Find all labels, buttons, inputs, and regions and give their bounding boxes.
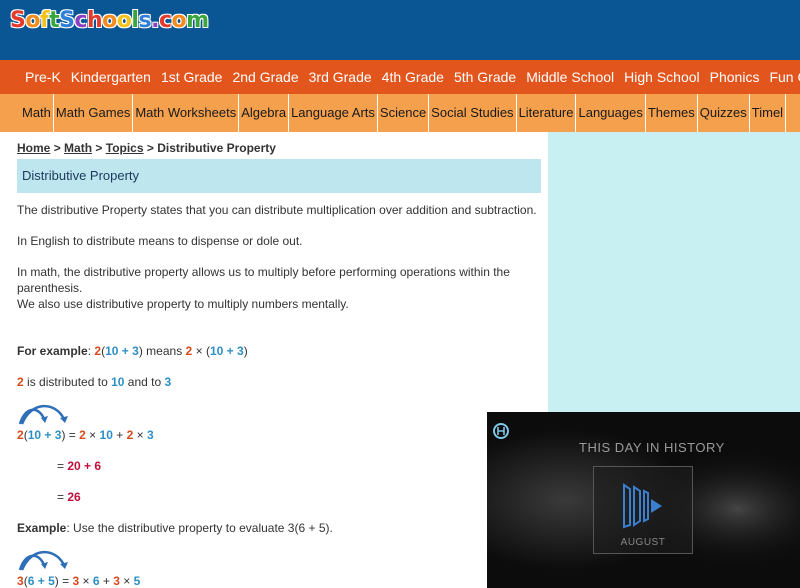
nav-item-middle-school[interactable]: Middle School: [521, 60, 619, 94]
logo-letter: o: [116, 8, 132, 33]
logo-letter: c: [74, 8, 87, 33]
distribution-arrows-icon: [18, 404, 68, 425]
subnav-item-quizzes[interactable]: Quizzes: [698, 94, 750, 132]
logo-letter: .: [151, 8, 159, 33]
subnav-item-languages[interactable]: Languages: [576, 94, 646, 132]
breadcrumb-separator: >: [146, 141, 154, 155]
breadcrumb-current: Distributive Property: [157, 141, 276, 155]
subnav-item-math[interactable]: Math: [20, 94, 54, 132]
breadcrumb: Home > Math > Topics > Distributive Prop…: [17, 141, 276, 155]
nav-item-fun-gam[interactable]: Fun Gam: [764, 60, 800, 94]
logo-letter: s: [138, 8, 152, 33]
subnav-item-language-arts[interactable]: Language Arts: [289, 94, 378, 132]
logo-letter: h: [87, 8, 103, 33]
grade-nav: Pre-K Kindergarten 1st Grade 2nd Grade 3rd G…: [0, 60, 800, 94]
example-1-result: = 26: [57, 490, 81, 504]
example-2-label: Example: [17, 521, 67, 535]
subnav-item-timel[interactable]: Timel: [750, 94, 787, 132]
nav-item-phonics[interactable]: Phonics: [705, 60, 765, 94]
video-player[interactable]: THIS DAY IN HISTORY AUGUST: [487, 412, 800, 588]
distribution-arrows-icon: [18, 550, 68, 571]
nav-item-1st-grade[interactable]: 1st Grade: [156, 60, 227, 94]
example-1-step-2: = 20 + 6: [57, 459, 102, 473]
video-month-label: AUGUST: [620, 537, 666, 548]
nav-item-kindergarten[interactable]: Kindergarten: [66, 60, 156, 94]
nav-item-high-school[interactable]: High School: [619, 60, 705, 94]
site-header: SoftSchools.com: [0, 0, 800, 60]
intro-paragraph-2: In English to distribute means to dispen…: [17, 234, 303, 248]
example-1-step-1: 2(10 + 3) = 2 × 10 + 2 × 3: [17, 428, 154, 442]
breadcrumb-separator: >: [95, 141, 103, 155]
site-logo[interactable]: SoftSchools.com: [10, 8, 209, 33]
example-2-step-1: 3(6 + 5) = 3 × 6 + 3 × 5: [17, 574, 141, 588]
logo-letter: o: [171, 8, 187, 33]
breadcrumb-separator: >: [53, 141, 61, 155]
nav-item-2nd-grade[interactable]: 2nd Grade: [227, 60, 303, 94]
logo-letter: S: [10, 8, 26, 33]
example-1-label: For example: [17, 344, 88, 358]
nav-item-3rd-grade[interactable]: 3rd Grade: [304, 60, 377, 94]
subnav-item-math-worksheets[interactable]: Math Worksheets: [133, 94, 240, 132]
video-title: THIS DAY IN HISTORY: [579, 440, 725, 455]
logo-letter: m: [186, 8, 209, 33]
breadcrumb-topics-link[interactable]: Topics: [106, 141, 144, 155]
nav-item-pre-k[interactable]: Pre-K: [20, 60, 66, 94]
logo-letter: t: [49, 8, 60, 33]
nav-item-4th-grade[interactable]: 4th Grade: [377, 60, 449, 94]
play-icon[interactable]: [618, 479, 672, 533]
subnav-item-science[interactable]: Science: [378, 94, 430, 132]
logo-letter: c: [158, 8, 172, 33]
subject-nav: Math Math Games Math Worksheets Algebra Lang…: [0, 94, 800, 132]
subnav-item-themes[interactable]: Themes: [646, 94, 698, 132]
intro-paragraph-3-line-1: In math, the distributive property allow…: [17, 265, 510, 295]
history-channel-logo-icon: [493, 423, 509, 439]
intro-paragraph-3: In math, the distributive property allow…: [17, 264, 548, 312]
example-1-statement: For example: 2(10 + 3) means 2 × (10 + 3…: [17, 344, 248, 358]
logo-letter: o: [102, 8, 117, 33]
subnav-item-math-games[interactable]: Math Games: [54, 94, 134, 132]
subnav-item-literature[interactable]: Literature: [517, 94, 577, 132]
breadcrumb-home-link[interactable]: Home: [17, 141, 50, 155]
main-content: Home > Math > Topics > Distributive Prop…: [0, 132, 548, 588]
subnav-item-social-studies[interactable]: Social Studies: [429, 94, 517, 132]
logo-letter: f: [39, 8, 50, 33]
intro-paragraph-1: The distributive Property states that yo…: [17, 203, 537, 217]
intro-paragraph-3-line-2: We also use distributive property to mul…: [17, 297, 349, 311]
logo-letter: o: [25, 8, 40, 33]
title-bar: Distributive Property: [17, 159, 541, 193]
video-thumbnail[interactable]: AUGUST: [593, 466, 693, 554]
page-title: Distributive Property: [22, 168, 140, 183]
logo-letter: S: [59, 8, 75, 33]
nav-item-5th-grade[interactable]: 5th Grade: [449, 60, 521, 94]
example-1-distribution-note: 2 is distributed to 10 and to 3: [17, 375, 172, 389]
example-2-statement: Example: Use the distributive property t…: [17, 521, 333, 535]
breadcrumb-math-link[interactable]: Math: [64, 141, 92, 155]
subnav-item-algebra[interactable]: Algebra: [239, 94, 290, 132]
